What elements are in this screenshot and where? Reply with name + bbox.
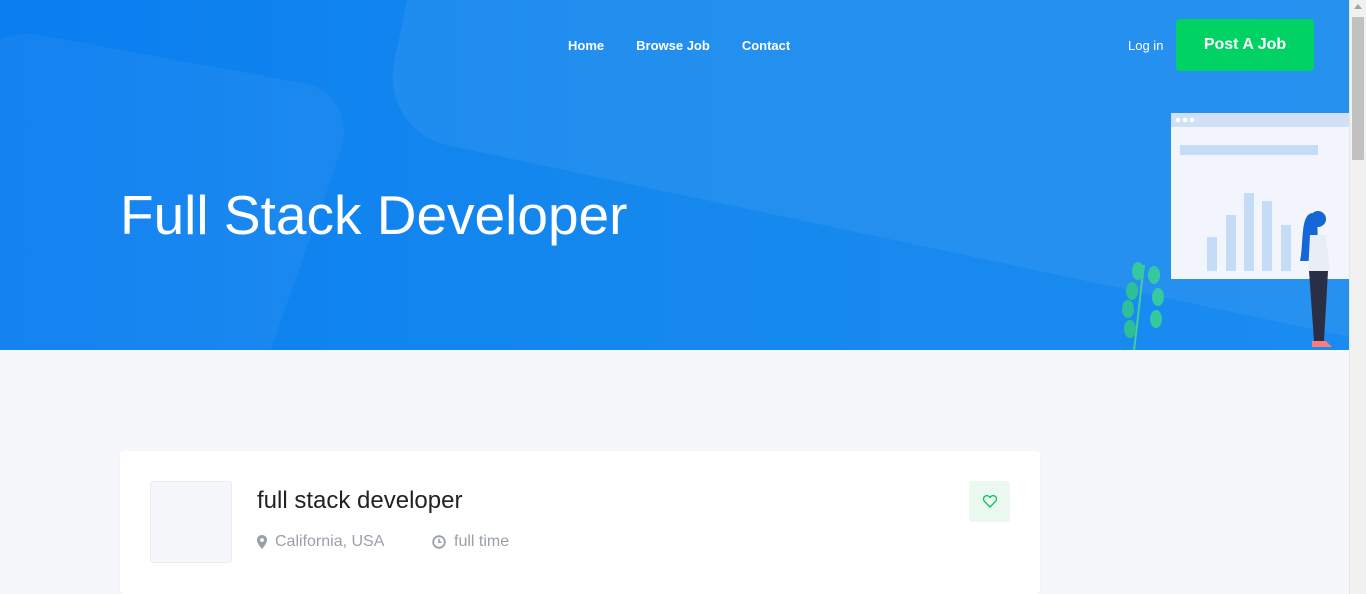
main-nav: Home Browse Job Contact xyxy=(568,38,790,53)
company-logo-placeholder xyxy=(150,481,232,563)
page: Home Browse Job Contact Log in Post A Jo… xyxy=(0,0,1349,594)
scrollbar-thumb[interactable] xyxy=(1352,17,1364,160)
job-location-text: California, USA xyxy=(275,533,385,550)
job-location: California, USA xyxy=(257,533,384,551)
job-title[interactable]: full stack developer xyxy=(257,487,462,515)
vertical-scrollbar[interactable] xyxy=(1349,0,1366,594)
job-card[interactable]: full stack developer California, USA ful… xyxy=(120,451,1040,594)
page-title: Full Stack Developer xyxy=(120,184,628,246)
scroll-up-arrow-icon[interactable] xyxy=(1354,4,1362,9)
job-type-text: full time xyxy=(454,533,510,550)
clock-icon xyxy=(432,535,446,549)
login-link[interactable]: Log in xyxy=(1128,38,1163,53)
location-pin-icon xyxy=(257,535,267,549)
nav-home-link[interactable]: Home xyxy=(568,38,604,53)
job-type: full time xyxy=(432,533,509,551)
favorite-button[interactable] xyxy=(969,481,1010,522)
nav-contact-link[interactable]: Contact xyxy=(742,38,790,53)
heart-icon xyxy=(982,495,997,508)
nav-browse-job-link[interactable]: Browse Job xyxy=(636,38,710,53)
hero-illustration xyxy=(1122,113,1349,350)
post-job-button[interactable]: Post A Job xyxy=(1176,19,1314,71)
hero-banner: Home Browse Job Contact Log in Post A Jo… xyxy=(0,0,1349,350)
